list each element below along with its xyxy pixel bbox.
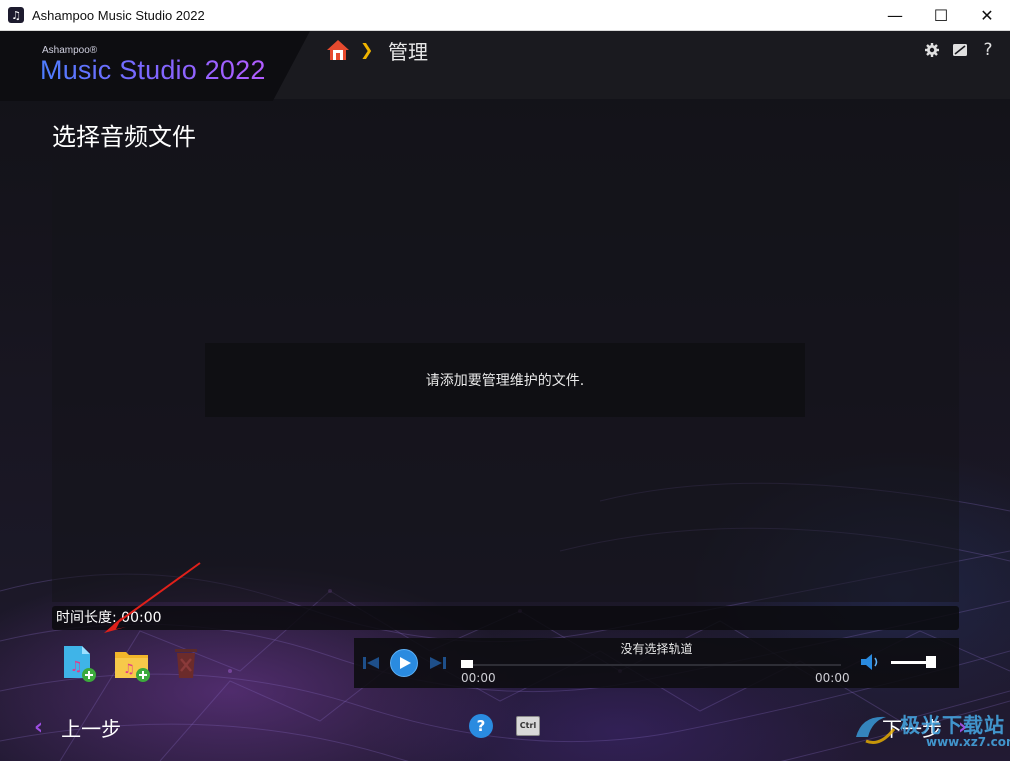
seek-track[interactable] <box>461 664 841 666</box>
gear-icon[interactable] <box>924 42 940 58</box>
next-track-icon[interactable] <box>429 656 447 670</box>
svg-text:♫: ♫ <box>70 659 83 675</box>
app-logo: Music Studio 2022 <box>40 55 266 85</box>
window-controls: — ☐ ✕ <box>872 0 1010 31</box>
chevron-left-icon: ‹ <box>34 715 44 740</box>
minimize-button[interactable]: — <box>872 0 918 31</box>
delete-icon[interactable] <box>170 644 206 684</box>
previous-track-icon[interactable] <box>362 656 380 670</box>
app-header: Ashampoo® Music Studio 2022 ❯ 管理 ? <box>0 31 1010 101</box>
breadcrumb-current: 管理 <box>388 40 428 64</box>
current-time: 00:00 <box>461 671 496 685</box>
help-button[interactable]: ? <box>469 714 493 738</box>
header-toolbar: ? <box>924 42 996 59</box>
breadcrumb-chevron-icon: ❯ <box>360 40 374 59</box>
close-button[interactable]: ✕ <box>964 0 1010 31</box>
help-icon[interactable]: ? <box>980 42 996 59</box>
play-icon[interactable] <box>390 649 418 677</box>
watermark-text: 极光下载站 <box>900 713 1005 737</box>
page-title: 选择音频文件 <box>52 123 196 151</box>
svg-text:♫: ♫ <box>123 662 135 677</box>
skin-icon[interactable] <box>952 42 968 58</box>
maximize-button[interactable]: ☐ <box>918 0 964 31</box>
back-button-label: 上一步 <box>61 717 122 741</box>
annotation-arrow-icon <box>104 562 201 633</box>
home-icon[interactable] <box>326 39 350 61</box>
volume-slider-handle[interactable] <box>925 656 936 668</box>
ctrl-key-icon[interactable]: Ctrl <box>516 716 540 736</box>
audio-player: 没有选择轨道 00:00 00:00 <box>354 638 959 688</box>
app-music-icon: ♫ <box>8 7 24 23</box>
app-body: Ashampoo® Music Studio 2022 ❯ 管理 ? 选择音频文… <box>0 31 1010 761</box>
seek-handle[interactable] <box>461 660 473 668</box>
empty-state-message: 请添加要管理维护的文件. <box>205 343 805 417</box>
watermark-url: www.xz7.com <box>926 735 1010 749</box>
volume-icon[interactable] <box>859 651 881 673</box>
add-folder-icon[interactable]: ♫ <box>114 644 150 684</box>
total-time: 00:00 <box>815 671 850 685</box>
window-title: Ashampoo Music Studio 2022 <box>32 7 205 23</box>
window-titlebar: ♫ Ashampoo Music Studio 2022 — ☐ ✕ <box>0 0 1010 31</box>
add-file-icon[interactable]: ♫ <box>62 644 98 684</box>
back-button[interactable]: ‹ 上一步 <box>34 713 121 742</box>
